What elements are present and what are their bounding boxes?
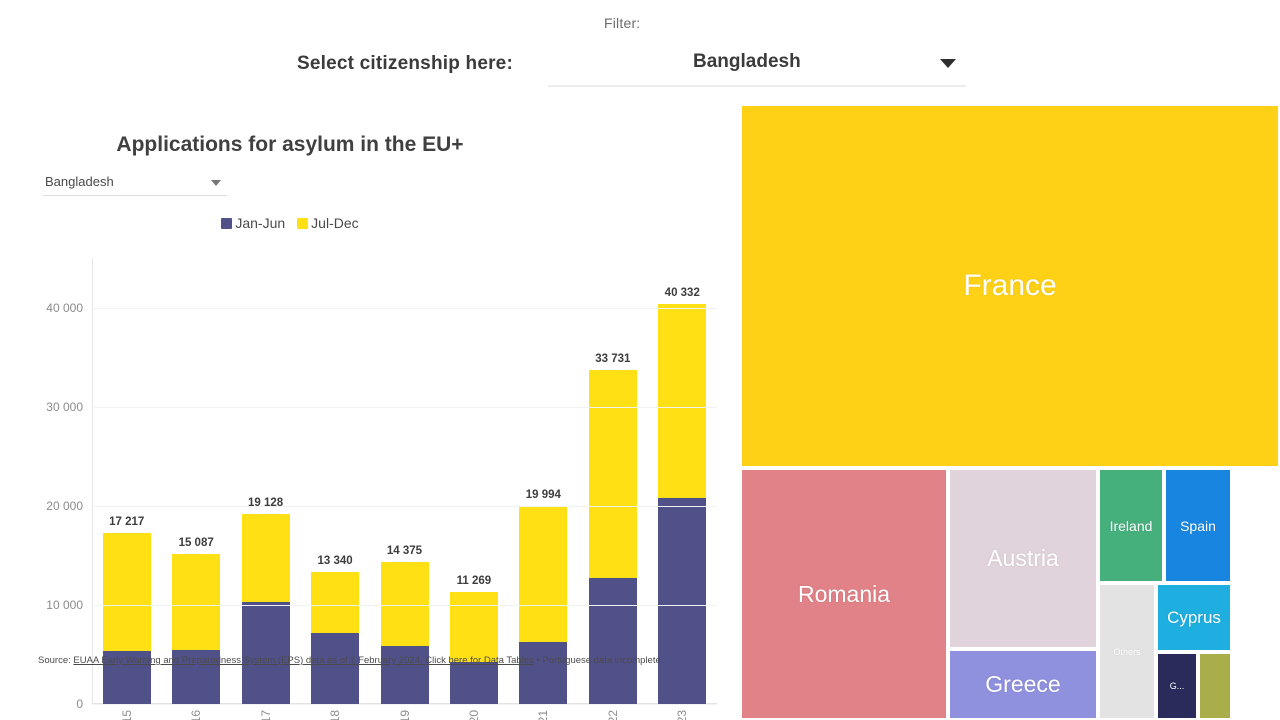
chevron-down-icon[interactable]	[211, 180, 221, 186]
bar-segment-jul-dec[interactable]	[172, 554, 221, 651]
y-axis-tick: 20 000	[46, 498, 83, 513]
bar-segment-jan-jun[interactable]	[658, 497, 707, 704]
filter-caption: Filter:	[604, 15, 641, 31]
legend-label: Jul-Dec	[311, 215, 359, 231]
treemap-tile-ireland[interactable]: Ireland	[1098, 468, 1164, 583]
bar-column[interactable]: 33 731 2022	[588, 353, 637, 720]
bar-segment-jan-jun[interactable]	[449, 662, 498, 704]
bar-column[interactable]: 14 375 2019	[380, 545, 429, 720]
bar-total-label: 19 994	[525, 488, 561, 501]
select-citizenship-label: Select citizenship here:	[297, 53, 513, 74]
bar-total-label: 40 332	[664, 287, 700, 300]
source-suffix: • Portuguese data incomplete	[533, 655, 661, 666]
bar-segment-jul-dec[interactable]	[449, 592, 498, 663]
bar-column[interactable]: 11 269 2020	[449, 575, 498, 720]
y-gridline	[92, 307, 717, 309]
treemap-tile-romania[interactable]: Romania	[740, 468, 948, 720]
citizenship-dropdown-value: Bangladesh	[693, 51, 801, 72]
bar-segment-jul-dec[interactable]	[380, 561, 429, 646]
treemap-tile-label: Cyprus	[1167, 607, 1221, 627]
treemap-tile-others[interactable]: Others	[1098, 583, 1156, 720]
bar-segment-jan-jun[interactable]	[311, 632, 360, 704]
chart-citizenship-dropdown[interactable]: Bangladesh	[43, 172, 227, 196]
treemap-tile-label: France	[963, 269, 1057, 302]
x-axis-tick: 2017	[259, 710, 273, 720]
treemap-tile-germany[interactable]: G...	[1156, 652, 1198, 720]
bar-segment-jul-dec[interactable]	[311, 571, 360, 633]
y-axis-tick: 0	[76, 697, 83, 711]
x-axis-tick: 2021	[536, 710, 550, 720]
bar-total-label: 11 269	[456, 575, 492, 588]
treemap-tile-cyprus[interactable]: Cyprus	[1156, 583, 1232, 652]
country-treemap: France Romania Austria Greece Ireland Spain Ot…	[740, 104, 1280, 720]
y-axis-tick: 10 000	[46, 597, 83, 612]
treemap-tile-austria[interactable]: Austria	[948, 468, 1098, 649]
legend-item-jul-dec[interactable]: Jul-Dec	[297, 215, 359, 231]
bar-total-label: 19 128	[248, 497, 284, 510]
bar-segment-jan-jun[interactable]	[588, 578, 637, 704]
source-footnote: Source: EUAA Early Warning and Preparedn…	[38, 655, 661, 666]
bar-segment-jul-dec[interactable]	[519, 505, 568, 642]
x-axis-tick: 2019	[398, 710, 412, 720]
bar-segment-jul-dec[interactable]	[241, 514, 290, 602]
bar-total-label: 13 340	[317, 554, 353, 567]
treemap-tile-greece[interactable]: Greece	[948, 649, 1098, 720]
bar-segment-jul-dec[interactable]	[102, 533, 151, 652]
treemap-tile-other2[interactable]	[1198, 652, 1232, 720]
bar-total-label: 33 731	[595, 352, 631, 365]
chart-plot-area: 17 217 2015 15 087 2016 19 128 2017 13 340 2018…	[46, 258, 717, 720]
x-axis-tick: 2022	[606, 710, 620, 720]
bar-column[interactable]: 15 087 2016	[172, 537, 221, 720]
x-axis-tick: 2018	[328, 710, 342, 720]
bar-segment-jan-jun[interactable]	[241, 601, 290, 704]
treemap-tile-label: Others	[1113, 646, 1141, 657]
y-gridline	[92, 406, 717, 408]
source-prefix: Source:	[38, 655, 74, 666]
legend-swatch-icon	[221, 218, 233, 229]
chart-panel: Applications for asylum in the EU+ Bangl…	[0, 100, 730, 720]
treemap-tile-label: Spain	[1180, 517, 1216, 534]
chart-citizenship-value: Bangladesh	[45, 174, 114, 189]
bar-group: 17 217 2015 15 087 2016 19 128 2017 13 340 2018…	[92, 258, 717, 720]
bar-total-label: 14 375	[386, 544, 423, 557]
y-gridline	[92, 604, 717, 606]
treemap-tile-label: Ireland	[1109, 517, 1153, 534]
chart-legend: Jan-Jun Jul-Dec	[0, 215, 730, 231]
x-axis-tick: 2016	[189, 710, 203, 720]
bar-segment-jul-dec[interactable]	[658, 304, 707, 498]
x-axis-tick: 2020	[467, 710, 481, 720]
dashboard-root: Filter: Select citizenship here: Banglad…	[0, 0, 1280, 720]
treemap-tile-label: Greece	[985, 671, 1061, 697]
bar-segment-jan-jun[interactable]	[519, 641, 568, 704]
y-gridline	[92, 505, 717, 507]
treemap-tile-label: Romania	[797, 580, 891, 607]
bar-column[interactable]: 13 340 2018	[311, 555, 360, 720]
bar-column[interactable]: 40 332 2023	[658, 287, 707, 720]
treemap-tile-france[interactable]: France	[740, 104, 1280, 468]
bar-column[interactable]: 17 217 2015	[102, 516, 151, 720]
x-axis-tick: 2015	[120, 710, 134, 720]
y-gridline	[92, 704, 717, 705]
x-axis-tick: 2023	[675, 710, 689, 720]
y-axis-tick: 30 000	[46, 399, 83, 414]
treemap-tile-label: G...	[1169, 681, 1185, 691]
legend-item-jan-jun[interactable]: Jan-Jun	[221, 215, 285, 231]
chart-title: Applications for asylum in the EU+	[116, 133, 464, 156]
legend-swatch-icon	[297, 218, 309, 229]
bar-total-label: 17 217	[109, 516, 145, 529]
bar-column[interactable]: 19 128 2017	[241, 497, 290, 720]
chevron-down-icon[interactable]	[940, 59, 956, 68]
source-link[interactable]: EUAA Early Warning and Preparedness Syst…	[73, 655, 533, 666]
legend-label: Jan-Jun	[235, 215, 286, 231]
bar-segment-jul-dec[interactable]	[588, 369, 637, 579]
bar-total-label: 15 087	[178, 537, 214, 550]
citizenship-dropdown[interactable]: Bangladesh	[548, 45, 966, 87]
treemap-tile-label: Austria	[987, 545, 1059, 571]
treemap-tile-spain[interactable]: Spain	[1164, 468, 1232, 583]
y-axis-tick: 40 000	[46, 300, 83, 315]
